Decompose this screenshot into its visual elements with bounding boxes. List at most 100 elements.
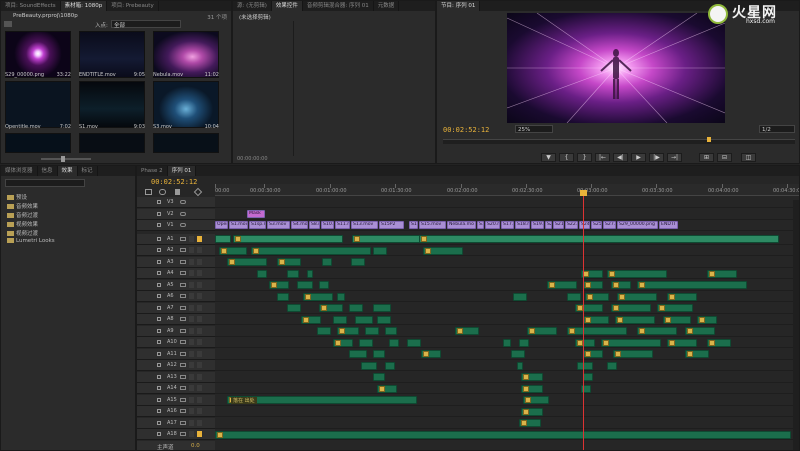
- audio-clip[interactable]: [215, 430, 791, 439]
- video-clip[interactable]: S3.mov: [267, 221, 290, 229]
- video-clip[interactable]: S24.r: [579, 221, 590, 229]
- audio-clip[interactable]: [373, 304, 391, 312]
- audio-clip[interactable]: [583, 373, 593, 381]
- audio-clip[interactable]: [337, 292, 345, 301]
- mute-icon[interactable]: [180, 317, 186, 321]
- step-back-button[interactable]: ◀|: [613, 153, 628, 162]
- video-clip[interactable]: S21.m: [553, 221, 564, 229]
- audio-clip[interactable]: [355, 315, 373, 324]
- audio-clip[interactable]: [575, 304, 603, 312]
- mute-toggle[interactable]: [189, 293, 194, 299]
- effects-folder[interactable]: 预设: [7, 193, 27, 201]
- audio-clip[interactable]: [277, 292, 289, 301]
- sequence-tab[interactable]: 序列 01: [167, 166, 197, 176]
- audio-clip[interactable]: [521, 373, 543, 381]
- track-lane[interactable]: [215, 417, 793, 429]
- audio-clip[interactable]: [611, 304, 651, 312]
- export-frame-button[interactable]: ◫: [741, 153, 756, 162]
- eye-icon[interactable]: [180, 223, 186, 227]
- playhead-marker[interactable]: [707, 137, 711, 142]
- mute-icon[interactable]: [180, 294, 186, 298]
- audio-clip[interactable]: [287, 304, 301, 312]
- audio-clip[interactable]: [583, 281, 603, 289]
- audio-clip[interactable]: [365, 327, 379, 335]
- effects-folder[interactable]: 视频效果: [7, 220, 38, 228]
- lock-icon[interactable]: [157, 211, 161, 216]
- solo-toggle[interactable]: [197, 247, 202, 253]
- audio-clip[interactable]: [657, 304, 693, 312]
- linked-selection-icon[interactable]: [159, 189, 166, 195]
- mute-toggle[interactable]: [189, 385, 194, 391]
- project-tab[interactable]: 项目: Prebeauty: [107, 1, 159, 11]
- snap-icon[interactable]: [145, 189, 152, 195]
- audio-clip[interactable]: [503, 338, 511, 347]
- audio-clip[interactable]: [322, 258, 332, 266]
- thumbnail-s3[interactable]: [153, 81, 219, 128]
- video-clip[interactable]: S10.m: [321, 221, 334, 229]
- effect-controls-tab[interactable]: 效果控件: [271, 1, 303, 11]
- effects-tab[interactable]: 效果: [57, 166, 78, 176]
- audio-clip[interactable]: [567, 327, 627, 335]
- lock-icon[interactable]: [157, 259, 161, 264]
- lock-icon[interactable]: [157, 294, 161, 298]
- mute-toggle[interactable]: [189, 281, 194, 288]
- video-clip[interactable]: S27.mo: [603, 221, 616, 229]
- project-tab[interactable]: 项目: SoundEffects: [1, 1, 61, 11]
- mute-toggle[interactable]: [189, 304, 194, 311]
- in-select[interactable]: 全部: [111, 20, 181, 29]
- effects-folder[interactable]: 视频过渡: [7, 229, 38, 237]
- thumbnail-partial[interactable]: [153, 133, 219, 153]
- time-ruler[interactable]: 00:00 00:00:30:00 00:01:00:00 00:01:30:00 00…: [215, 184, 799, 196]
- audio-clip[interactable]: [517, 361, 523, 370]
- add-marker-icon[interactable]: [175, 189, 180, 195]
- track-lane[interactable]: [215, 383, 793, 394]
- mute-toggle[interactable]: [189, 316, 194, 322]
- effects-folder[interactable]: Lumetri Looks: [7, 238, 55, 244]
- audio-clip[interactable]: [233, 235, 343, 243]
- mute-icon[interactable]: [180, 259, 186, 264]
- lock-icon[interactable]: [157, 420, 161, 425]
- thumbnail-s29[interactable]: [5, 31, 71, 78]
- lock-icon[interactable]: [157, 409, 161, 413]
- video-clip[interactable]: S1.mov: [229, 221, 248, 229]
- mute-icon[interactable]: [180, 397, 186, 402]
- audio-clip[interactable]: [575, 338, 595, 347]
- video-clip[interactable]: S19.m: [531, 221, 544, 229]
- solo-toggle[interactable]: [197, 316, 202, 322]
- audio-clip[interactable]: [523, 396, 549, 404]
- audio-clip[interactable]: [607, 269, 667, 278]
- add-marker-button[interactable]: ▼: [541, 153, 556, 162]
- thumbnail-s1[interactable]: [79, 81, 145, 128]
- mute-toggle[interactable]: [189, 339, 194, 345]
- lock-icon[interactable]: [157, 236, 161, 241]
- audio-clip[interactable]: [601, 338, 661, 347]
- lock-icon[interactable]: [157, 432, 161, 436]
- program-tab[interactable]: 节目: 序列 01: [437, 1, 481, 11]
- mute-icon[interactable]: [180, 236, 186, 241]
- video-clip[interactable]: S29_00000.png: [617, 221, 658, 229]
- track-lane[interactable]: [215, 208, 793, 220]
- mute-toggle[interactable]: [189, 235, 194, 242]
- zoom-select[interactable]: 25%: [515, 125, 553, 133]
- audio-clip[interactable]: [277, 258, 301, 266]
- audio-clip[interactable]: [337, 327, 359, 335]
- audio-clip[interactable]: [385, 327, 397, 335]
- audio-clip[interactable]: [615, 315, 655, 324]
- audio-clip[interactable]: [361, 361, 377, 370]
- step-forward-button[interactable]: |▶: [649, 153, 664, 162]
- audio-clip[interactable]: [521, 407, 543, 416]
- mute-icon[interactable]: [180, 328, 186, 333]
- go-to-out-button[interactable]: →|: [667, 153, 682, 162]
- video-clip[interactable]: S17.r: [501, 221, 514, 229]
- thumbnail-opentitle[interactable]: [5, 81, 71, 128]
- audio-clip[interactable]: [351, 258, 365, 266]
- audio-clip[interactable]: [269, 281, 289, 289]
- audio-clip[interactable]: [521, 384, 543, 393]
- audio-clip[interactable]: [663, 315, 691, 324]
- video-clip[interactable]: S8.m: [309, 221, 320, 229]
- mute-icon[interactable]: [180, 271, 186, 275]
- playhead-handle[interactable]: [580, 190, 587, 196]
- audio-clip[interactable]: [419, 235, 779, 243]
- mute-icon[interactable]: [180, 374, 186, 379]
- audio-clip[interactable]: [373, 246, 387, 255]
